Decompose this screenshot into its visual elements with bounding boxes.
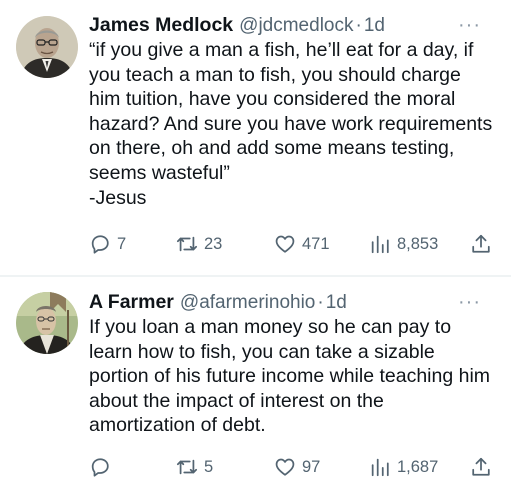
repost-button[interactable]: 5 bbox=[176, 456, 213, 478]
more-dots-icon[interactable]: ··· bbox=[458, 15, 481, 35]
like-button[interactable]: 471 bbox=[274, 233, 330, 255]
views-button[interactable]: 1,687 bbox=[369, 456, 438, 478]
repost-button[interactable]: 23 bbox=[176, 233, 222, 255]
tweet-header: James Medlock @jdcmedlock · 1d ··· bbox=[89, 14, 501, 38]
heart-icon bbox=[275, 235, 295, 253]
timestamp[interactable]: 1d bbox=[326, 292, 347, 314]
views-chart-icon bbox=[371, 458, 389, 477]
heart-icon bbox=[275, 458, 295, 476]
reply-icon bbox=[91, 458, 109, 477]
action-bar: 5 97 1,687 bbox=[89, 456, 495, 478]
like-count: 471 bbox=[302, 234, 330, 253]
repost-count: 23 bbox=[204, 234, 223, 253]
views-count: 1,687 bbox=[397, 457, 439, 476]
like-count: 97 bbox=[302, 457, 321, 476]
like-button[interactable]: 97 bbox=[274, 456, 320, 478]
share-icon bbox=[472, 457, 490, 476]
reply-button[interactable]: 7 bbox=[89, 233, 126, 255]
more-dots-icon[interactable]: ··· bbox=[458, 292, 481, 312]
share-button[interactable] bbox=[470, 233, 492, 255]
tweet[interactable]: James Medlock @jdcmedlock · 1d ··· “if y… bbox=[0, 0, 511, 275]
tweet-text: If you loan a man money so he can pay to… bbox=[89, 316, 491, 437]
author-name[interactable]: James Medlock bbox=[89, 14, 233, 37]
separator-dot: · bbox=[317, 292, 324, 313]
share-icon bbox=[472, 234, 490, 253]
timestamp[interactable]: 1d bbox=[364, 15, 385, 37]
separator-dot: · bbox=[355, 15, 362, 36]
author-name[interactable]: A Farmer bbox=[89, 291, 174, 314]
reply-icon bbox=[91, 235, 109, 254]
share-button[interactable] bbox=[470, 456, 492, 478]
views-count: 8,853 bbox=[397, 234, 439, 253]
avatar[interactable] bbox=[16, 16, 78, 78]
repost-icon bbox=[176, 236, 198, 252]
views-chart-icon bbox=[371, 235, 389, 254]
tweet[interactable]: A Farmer @afarmerinohio · 1d ··· If you … bbox=[0, 277, 511, 500]
tweet-header: A Farmer @afarmerinohio · 1d ··· bbox=[89, 291, 501, 315]
repost-icon bbox=[176, 459, 198, 475]
repost-count: 5 bbox=[204, 457, 214, 476]
author-handle[interactable]: @jdcmedlock bbox=[239, 15, 353, 37]
tweet-text: “if you give a man a fish, he’ll eat for… bbox=[89, 39, 493, 209]
reply-count: 7 bbox=[117, 234, 127, 253]
views-button[interactable]: 8,853 bbox=[369, 233, 438, 255]
avatar[interactable] bbox=[16, 292, 78, 354]
reply-button[interactable] bbox=[89, 456, 117, 478]
author-handle[interactable]: @afarmerinohio bbox=[180, 292, 315, 314]
action-bar: 7 23 471 8,853 bbox=[89, 233, 495, 255]
